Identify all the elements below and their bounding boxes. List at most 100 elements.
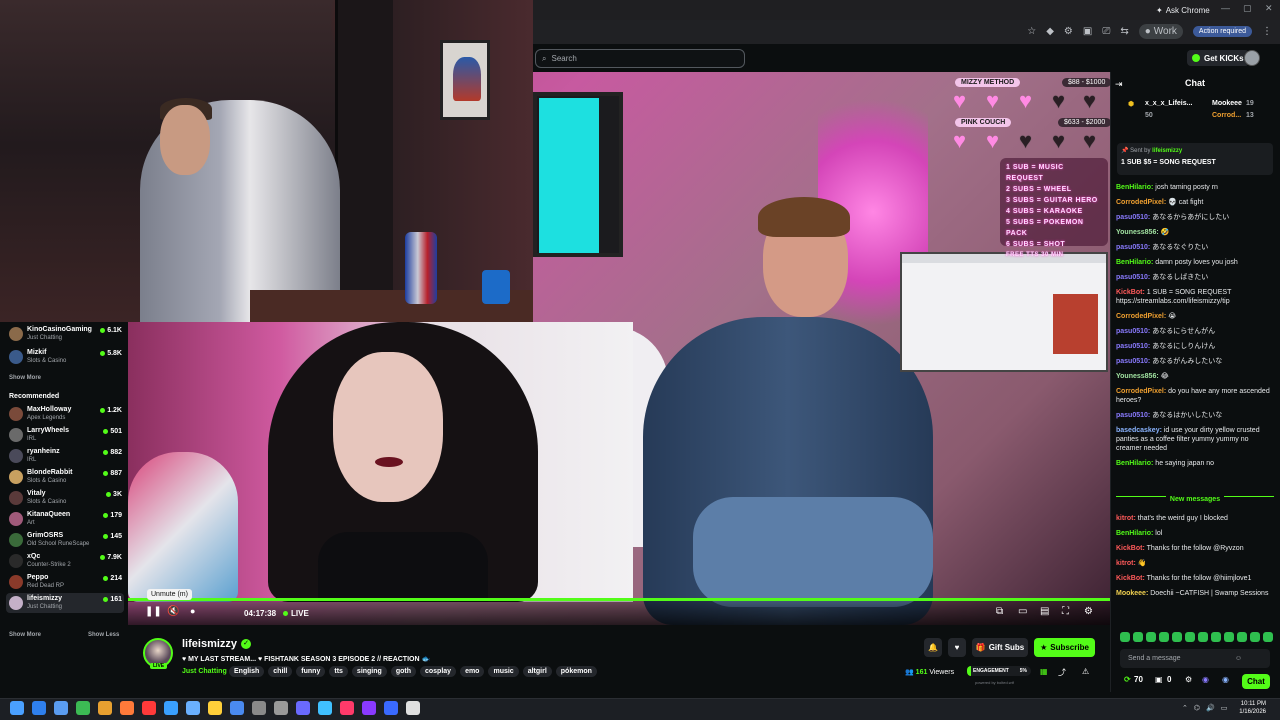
chat-username[interactable]: basedcaskey: [1116, 427, 1162, 434]
emote-icon[interactable] [1237, 632, 1247, 642]
tag-7[interactable]: emo [460, 666, 485, 677]
sidebar-item-ryanheinz[interactable]: ryanheinz IRL 882 [6, 446, 124, 466]
emote-icon[interactable] [1146, 632, 1156, 642]
sidebar-item-larrywheels[interactable]: LarryWheels IRL 501 [6, 425, 124, 445]
sidebar-channel[interactable]: KinoCasinoGaming Just Chatting 6.1K [6, 324, 124, 344]
settings-gear-icon[interactable]: ⚙ [1084, 606, 1093, 617]
clip-icon[interactable]: ▤ [1040, 606, 1049, 617]
share-icon[interactable]: ⤴ [1058, 667, 1066, 678]
calculator-icon[interactable] [230, 701, 244, 715]
gift-subs-button[interactable]: 🎁 Gift Subs [972, 638, 1028, 657]
settings-icon[interactable] [274, 701, 288, 715]
gift-count[interactable]: 0 [1167, 675, 1171, 684]
tag-4[interactable]: singing [351, 666, 387, 677]
emote-icon[interactable] [1133, 632, 1143, 642]
chat-username[interactable]: pasu0510: [1116, 274, 1150, 281]
follow-heart-icon[interactable]: ♥ [948, 638, 966, 657]
chat-username[interactable]: pasu0510: [1116, 328, 1150, 335]
tag-9[interactable]: altgirl [522, 666, 552, 677]
sidebar-item-lifeismizzy[interactable]: lifeismizzy Just Chatting 161 [6, 593, 124, 613]
discord-icon[interactable] [296, 701, 310, 715]
speaker-icon[interactable]: 🔊 [1206, 704, 1215, 712]
edge-icon[interactable] [76, 701, 90, 715]
extension-7tv-icon[interactable]: ◉ [1222, 675, 1229, 684]
tag-5[interactable]: goth [390, 666, 416, 677]
chat-settings-icon[interactable]: ⚙ [1185, 675, 1192, 684]
show-more-link[interactable]: Show More [9, 632, 41, 638]
sidebar-item-vitaly[interactable]: Vitaly Slots & Casino 3K [6, 488, 124, 508]
kicks-count[interactable]: 70 [1134, 675, 1143, 684]
extensions-puzzle-icon[interactable]: ▣ [1083, 26, 1092, 37]
chat-username[interactable]: Youness856: [1116, 373, 1159, 380]
stream-category-link[interactable]: Just Chatting [182, 668, 227, 675]
maximize-icon[interactable]: ▢ [1243, 3, 1252, 14]
tag-2[interactable]: funny [296, 666, 326, 677]
minimize-icon[interactable]: — [1221, 3, 1230, 13]
chat-username[interactable]: kitrot: [1116, 560, 1136, 567]
chat-username[interactable]: BenHilario: [1116, 530, 1153, 537]
subscribe-button[interactable]: ★ Subscribe [1034, 638, 1095, 657]
translate-icon[interactable]: ⇆ [1120, 26, 1128, 37]
widgets-icon[interactable] [54, 701, 68, 715]
chat-username[interactable]: BenHilario: [1116, 184, 1153, 191]
emote-icon[interactable] [1120, 632, 1130, 642]
folder-icon[interactable] [208, 701, 222, 715]
extension-ttv-icon[interactable]: ◉ [1202, 675, 1209, 684]
ask-chrome-button[interactable]: ✦ Ask Chrome [1150, 3, 1216, 17]
streamer-name[interactable]: lifeismizzy ✓ [182, 638, 252, 650]
edge-icon[interactable] [164, 701, 178, 715]
chat-username[interactable]: pasu0510: [1116, 244, 1150, 251]
tag-10[interactable]: pókemon [555, 666, 597, 677]
tag-3[interactable]: tts [329, 666, 348, 677]
show-less-link[interactable]: Show Less [88, 632, 119, 638]
get-kicks-button[interactable]: Get KICKs [1187, 50, 1249, 66]
new-messages-divider[interactable]: New messages [1116, 496, 1274, 505]
sidebar-item-peppo[interactable]: Peppo Red Dead RP 214 [6, 572, 124, 592]
send-message-input[interactable]: Send a message ☺ [1120, 649, 1270, 668]
sidebar-item-blonderabbit[interactable]: BlondeRabbit Slots & Casino 887 [6, 467, 124, 487]
chat-username[interactable]: pasu0510: [1116, 412, 1150, 419]
menu-dots-icon[interactable]: ⋮ [1262, 26, 1272, 37]
emote-icon[interactable] [1250, 632, 1260, 642]
show-more-link[interactable]: Show More [9, 375, 41, 381]
chat-username[interactable]: KickBot: [1116, 545, 1145, 552]
notification-bell-icon[interactable]: 🔔 [924, 638, 942, 657]
chrome-icon[interactable] [98, 701, 112, 715]
tag-6[interactable]: cosplay [419, 666, 457, 677]
chat-username[interactable]: pasu0510: [1116, 343, 1150, 350]
chat-username[interactable]: CorrodedPixel: [1116, 199, 1166, 206]
emote-icon[interactable] [1198, 632, 1208, 642]
tag-1[interactable]: chill [268, 666, 293, 677]
chevron-up-icon[interactable]: ⌃ [1182, 704, 1188, 712]
mute-icon[interactable]: 🔇 [167, 606, 179, 617]
progress-bar[interactable] [128, 598, 1110, 601]
user-avatar[interactable] [1244, 50, 1260, 66]
chat-username[interactable]: BenHilario: [1116, 259, 1153, 266]
extension-diamond-icon[interactable]: ◆ [1046, 26, 1054, 37]
sidebar-item-kitanaqueen[interactable]: KitanaQueen Art 179 [6, 509, 124, 529]
close-window-icon[interactable]: ✕ [1265, 3, 1273, 14]
profile-work-button[interactable]: ● Work [1138, 24, 1183, 39]
app-icon[interactable] [362, 701, 376, 715]
emote-icon[interactable] [1263, 632, 1273, 642]
extension-gear-icon[interactable]: ⚙ [1064, 26, 1073, 37]
theater-icon[interactable]: ▭ [1018, 606, 1027, 617]
stats-icon[interactable]: ▦ [1040, 667, 1048, 676]
chat-username[interactable]: KickBot: [1116, 289, 1145, 296]
pinned-message[interactable]: 📌 Sent by lifeismizzy 1 SUB $5 = SONG RE… [1117, 143, 1273, 175]
emote-icon[interactable] [1211, 632, 1221, 642]
tag-8[interactable]: music [488, 666, 519, 677]
start-icon[interactable] [10, 701, 24, 715]
emote-icon[interactable] [1159, 632, 1169, 642]
cast-icon[interactable]: ⎚ [1102, 26, 1110, 37]
chat-username[interactable]: CorrodedPixel: [1116, 388, 1166, 395]
emote-icon[interactable] [1185, 632, 1195, 642]
fullscreen-icon[interactable]: ⛶ [1062, 606, 1069, 617]
sidebar-item-grimosrs[interactable]: GrimOSRS Old School RuneScape 145 [6, 530, 124, 550]
sidebar-channel[interactable]: Mizkif Slots & Casino 5.8K [6, 347, 124, 367]
emote-icon[interactable] [1224, 632, 1234, 642]
volume-slider-icon[interactable]: ● [190, 606, 195, 616]
emoji-icon[interactable]: ☺ [1235, 655, 1242, 662]
chat-send-button[interactable]: Chat [1242, 674, 1270, 689]
copilot-icon[interactable] [32, 701, 46, 715]
